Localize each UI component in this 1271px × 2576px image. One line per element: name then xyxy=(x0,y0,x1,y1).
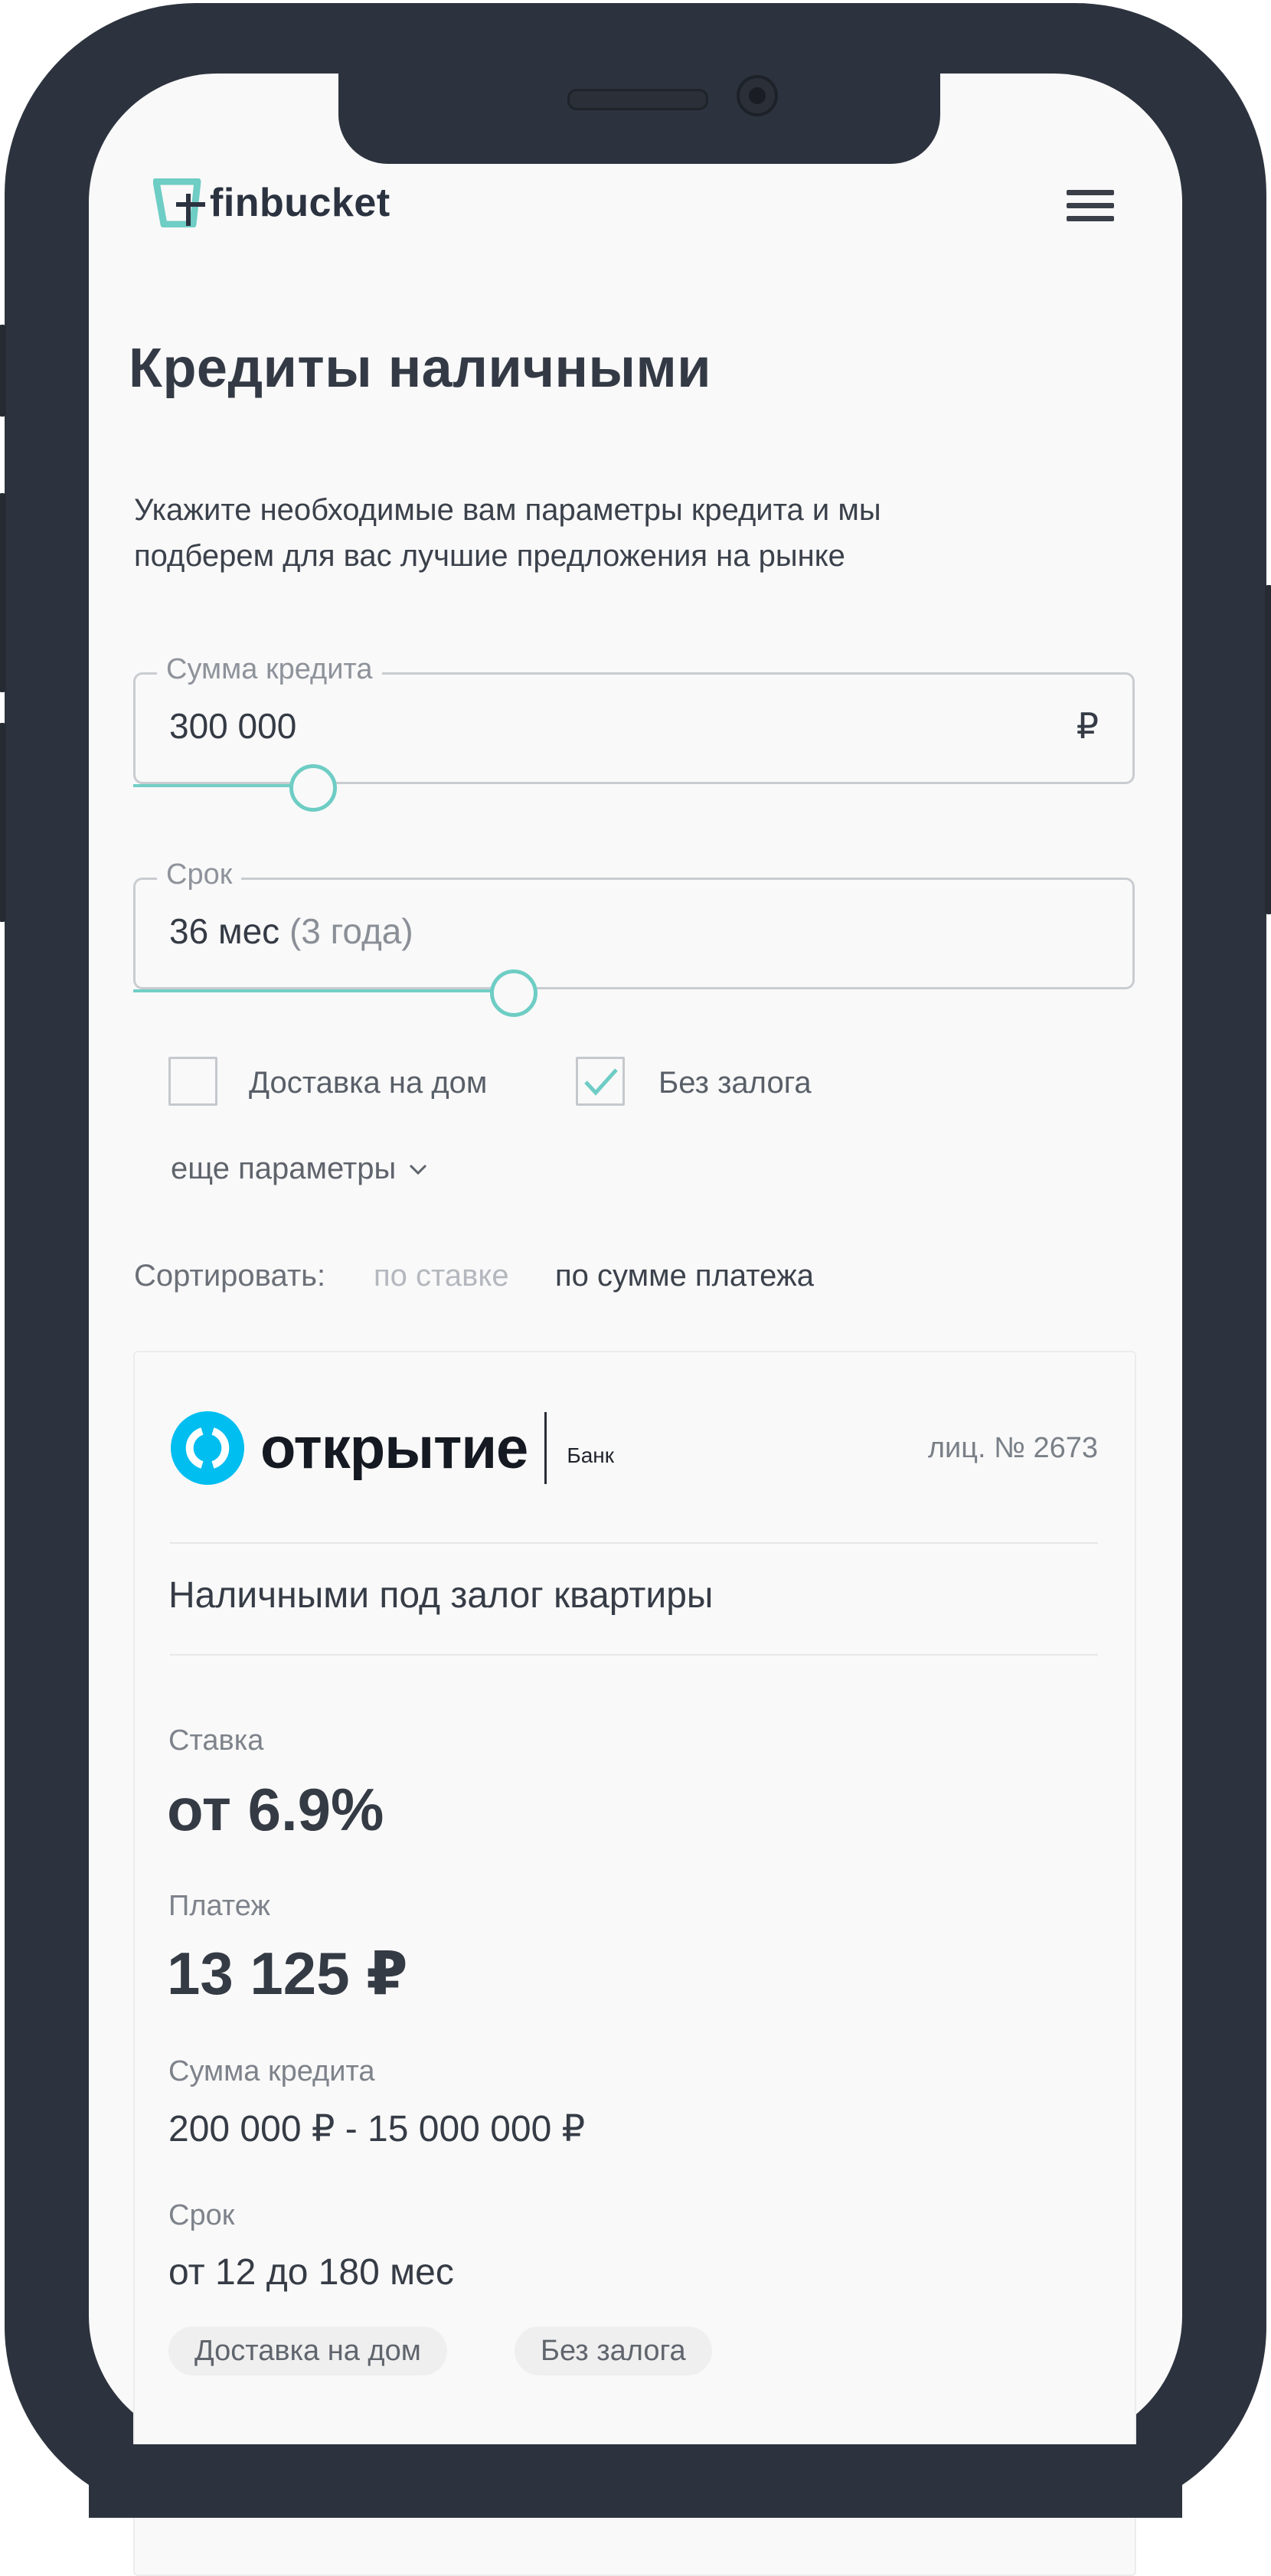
phone-bottom-bezel xyxy=(89,2444,1182,2518)
loan-amount-label: Сумма кредита xyxy=(157,653,382,686)
tag-home-delivery: Доставка на дом xyxy=(168,2326,447,2375)
rate-value: от 6.9% xyxy=(167,1776,384,1843)
loan-term-field[interactable]: Срок 36 мес (3 года) xyxy=(133,858,1135,989)
home-delivery-checkbox[interactable] xyxy=(168,1057,217,1106)
amount-range-value: 200 000 ₽ - 15 000 000 ₽ xyxy=(168,2109,586,2149)
sort-label: Сортировать: xyxy=(134,1259,326,1293)
loan-term-label: Срок xyxy=(157,858,242,891)
payment-value: 13 125 ₽ xyxy=(167,1940,408,2007)
card-divider xyxy=(170,1542,1098,1544)
loan-amount-slider-track[interactable] xyxy=(133,784,314,787)
tag-no-collateral: Без залога xyxy=(515,2326,712,2375)
no-collateral-checkbox[interactable] xyxy=(576,1057,625,1106)
term-range-label: Срок xyxy=(168,2199,235,2231)
bank-name: открытие xyxy=(260,1415,528,1481)
checkmark-icon xyxy=(584,1068,618,1096)
front-camera xyxy=(737,75,778,116)
logo-separator xyxy=(544,1412,547,1484)
bucket-logo-icon xyxy=(153,178,205,227)
loan-amount-field[interactable]: Сумма кредита 300 000 ₽ xyxy=(133,653,1135,784)
more-params-toggle[interactable]: еще параметры xyxy=(171,1152,428,1186)
term-years-hint: (3 года) xyxy=(289,911,413,951)
subtitle-line: подберем для вас лучшие предложения на р… xyxy=(134,539,845,573)
home-delivery-label[interactable]: Доставка на дом xyxy=(249,1066,487,1100)
page-subtitle: Укажите необходимые вам параметры кредит… xyxy=(134,487,1053,579)
subtitle-line: Укажите необходимые вам параметры кредит… xyxy=(134,493,881,527)
phone-volume-down-button xyxy=(0,723,6,922)
license-number: лиц. № 2673 xyxy=(927,1432,1098,1464)
loan-amount-slider-handle[interactable] xyxy=(289,764,337,812)
loan-term-slider-track[interactable] xyxy=(133,989,513,992)
payment-label: Платеж xyxy=(168,1890,270,1922)
phone-notch xyxy=(338,64,940,164)
bank-logo: открытие Банк xyxy=(170,1411,614,1486)
offer-title[interactable]: Наличными под залог квартиры xyxy=(168,1574,713,1617)
card-divider xyxy=(170,1654,1098,1656)
phone-side-button xyxy=(0,325,6,417)
amount-range-label: Сумма кредита xyxy=(168,2055,375,2087)
hamburger-menu-icon[interactable] xyxy=(1067,190,1114,221)
phone-power-button xyxy=(1265,585,1271,914)
sort-by-payment[interactable]: по сумме платежа xyxy=(555,1259,814,1293)
no-collateral-label[interactable]: Без залога xyxy=(658,1066,812,1100)
speaker-grille xyxy=(567,89,708,110)
chevron-down-icon xyxy=(410,1164,427,1175)
term-months: 36 мес xyxy=(169,911,280,951)
logo-text: finbucket xyxy=(210,181,390,225)
loan-term-slider-handle[interactable] xyxy=(490,969,537,1017)
page-title: Кредиты наличными xyxy=(129,338,712,399)
loan-term-value[interactable]: 36 мес (3 года) xyxy=(169,910,413,952)
otkritie-logo-icon xyxy=(171,1411,244,1485)
term-range-value: от 12 до 180 мес xyxy=(168,2252,454,2293)
phone-volume-up-button xyxy=(0,493,6,692)
bank-word: Банк xyxy=(567,1443,614,1467)
rate-label: Ставка xyxy=(168,1724,264,1757)
finbucket-logo[interactable]: finbucket xyxy=(153,176,390,230)
loan-amount-value[interactable]: 300 000 xyxy=(169,705,296,747)
sort-by-rate[interactable]: по ставке xyxy=(374,1259,509,1293)
more-params-label: еще параметры xyxy=(171,1152,397,1185)
ruble-unit: ₽ xyxy=(1076,706,1099,746)
